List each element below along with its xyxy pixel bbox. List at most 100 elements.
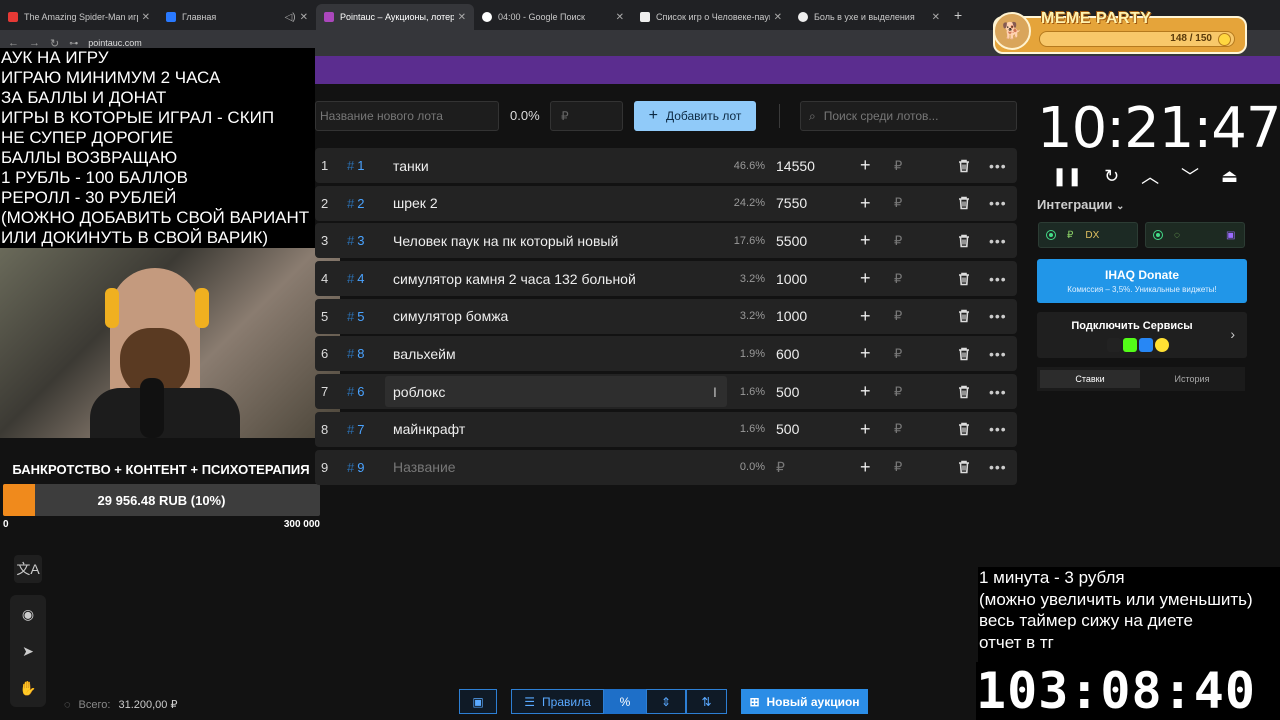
lot-fast-id[interactable]: #2 bbox=[347, 196, 364, 211]
new-lot-price-input[interactable]: ₽ bbox=[550, 101, 623, 131]
ihaq-donate-button[interactable]: IHAQ Donate Комиссия – 3,5%. Уникальные … bbox=[1037, 259, 1247, 303]
lot-amount[interactable]: 500 bbox=[776, 384, 799, 400]
more-options-icon[interactable]: ••• bbox=[989, 346, 1007, 362]
lot-name-input[interactable]: вальхейм bbox=[385, 338, 727, 369]
add-amount-icon[interactable]: + bbox=[860, 457, 871, 478]
chevron-down-icon[interactable]: ﹀ bbox=[1181, 163, 1199, 189]
lot-name-input[interactable]: симулятор камня 2 часа 132 больной bbox=[385, 263, 727, 294]
save-button[interactable]: ▣ bbox=[459, 689, 497, 714]
lot-amount[interactable]: ₽ bbox=[776, 459, 785, 476]
close-icon[interactable]: ✕ bbox=[616, 12, 624, 23]
double-chevron-up-icon[interactable]: ⏏ bbox=[1221, 166, 1238, 187]
more-options-icon[interactable]: ••• bbox=[989, 308, 1007, 324]
ruble-input[interactable]: ₽ bbox=[894, 271, 902, 287]
ruble-input[interactable]: ₽ bbox=[894, 308, 902, 324]
lot-name-input[interactable]: симулятор бомжа bbox=[385, 301, 727, 332]
site-info-icon[interactable]: ⊶ bbox=[69, 38, 78, 49]
close-icon[interactable]: ✕ bbox=[142, 12, 150, 23]
lot-amount[interactable]: 5500 bbox=[776, 233, 807, 249]
add-amount-icon[interactable]: + bbox=[860, 230, 871, 251]
percent-toggle-button[interactable]: % bbox=[604, 689, 646, 714]
trash-icon[interactable] bbox=[957, 422, 971, 436]
lot-fast-id[interactable]: #3 bbox=[347, 233, 364, 248]
lot-name-input[interactable]: танки bbox=[385, 150, 727, 181]
browser-tab[interactable]: Боль в ухе и выделения ✕ bbox=[790, 4, 948, 30]
translate-icon[interactable]: 文A bbox=[14, 555, 42, 583]
add-amount-icon[interactable]: + bbox=[860, 419, 871, 440]
add-amount-icon[interactable]: + bbox=[860, 306, 871, 327]
add-amount-icon[interactable]: + bbox=[860, 193, 871, 214]
integration-points[interactable]: ₽ DX bbox=[1038, 222, 1138, 248]
add-amount-icon[interactable]: + bbox=[860, 155, 871, 176]
lot-amount[interactable]: 14550 bbox=[776, 158, 815, 174]
lot-amount[interactable]: 500 bbox=[776, 421, 799, 437]
integrations-toggle[interactable]: Интеграции ⌄ bbox=[1037, 197, 1124, 212]
telegram-icon[interactable]: ➤ bbox=[14, 637, 42, 665]
add-lot-button[interactable]: + Добавить лот bbox=[634, 101, 756, 131]
more-options-icon[interactable]: ••• bbox=[989, 233, 1007, 249]
trash-icon[interactable] bbox=[957, 309, 971, 323]
connect-services-button[interactable]: Подключить Сервисы › bbox=[1037, 312, 1247, 358]
trash-icon[interactable] bbox=[957, 385, 971, 399]
ruble-input[interactable]: ₽ bbox=[894, 421, 902, 437]
more-options-icon[interactable]: ••• bbox=[989, 459, 1007, 475]
lot-name-input[interactable]: Название bbox=[385, 452, 727, 483]
lot-amount[interactable]: 7550 bbox=[776, 195, 807, 211]
mute-icon[interactable]: ◁) bbox=[285, 12, 296, 23]
lot-fast-id[interactable]: #6 bbox=[347, 384, 364, 399]
trash-icon[interactable] bbox=[957, 460, 971, 474]
eye-off-icon[interactable]: ◌ bbox=[64, 699, 71, 711]
integration-twitch[interactable]: ◌ ▣ bbox=[1145, 222, 1245, 248]
ruble-input[interactable]: ₽ bbox=[894, 233, 902, 249]
add-amount-icon[interactable]: + bbox=[860, 343, 871, 364]
browser-tab[interactable]: Главная ◁) ✕ bbox=[158, 4, 316, 30]
lot-fast-id[interactable]: #9 bbox=[347, 460, 364, 475]
ruble-input[interactable]: ₽ bbox=[894, 195, 902, 211]
trash-icon[interactable] bbox=[957, 272, 971, 286]
github-icon[interactable]: ◉ bbox=[14, 600, 42, 628]
ruble-input[interactable]: ₽ bbox=[894, 158, 902, 174]
ruble-input[interactable]: ₽ bbox=[894, 346, 902, 362]
lot-fast-id[interactable]: #7 bbox=[347, 422, 364, 437]
lot-name-input[interactable]: майнкрафт bbox=[385, 414, 727, 445]
reset-icon[interactable]: ↻ bbox=[1104, 166, 1119, 187]
pause-icon[interactable]: ❚❚ bbox=[1052, 166, 1082, 187]
ruble-input[interactable]: ₽ bbox=[894, 384, 902, 400]
browser-tab[interactable]: The Amazing Spider-Man игра ✕ bbox=[0, 4, 158, 30]
more-options-icon[interactable]: ••• bbox=[989, 158, 1007, 174]
add-amount-icon[interactable]: + bbox=[860, 268, 871, 289]
lot-amount[interactable]: 1000 bbox=[776, 271, 807, 287]
lot-amount[interactable]: 1000 bbox=[776, 308, 807, 324]
trash-icon[interactable] bbox=[957, 196, 971, 210]
lot-fast-id[interactable]: #5 bbox=[347, 309, 364, 324]
trash-icon[interactable] bbox=[957, 159, 971, 173]
lot-name-input[interactable]: Человек паук на пк который новый bbox=[385, 225, 727, 256]
ruble-input[interactable]: ₽ bbox=[894, 459, 902, 475]
new-tab-button[interactable]: + bbox=[954, 7, 962, 23]
close-icon[interactable]: ✕ bbox=[300, 12, 308, 23]
sort-button[interactable]: ⇅ bbox=[686, 689, 727, 714]
trash-icon[interactable] bbox=[957, 347, 971, 361]
new-lot-name-input[interactable]: Название нового лота bbox=[315, 101, 499, 131]
lot-amount[interactable]: 600 bbox=[776, 346, 799, 362]
close-icon[interactable]: ✕ bbox=[774, 12, 782, 23]
compact-view-button[interactable]: ⇕ bbox=[646, 689, 686, 714]
lot-fast-id[interactable]: #1 bbox=[347, 158, 364, 173]
rules-button[interactable]: ☰ Правила bbox=[511, 689, 604, 714]
lot-fast-id[interactable]: #4 bbox=[347, 271, 364, 286]
donate-hand-icon[interactable]: ✋ bbox=[14, 674, 42, 702]
new-auction-button[interactable]: ⊞ Новый аукцион bbox=[741, 689, 868, 714]
url-text[interactable]: pointauc.com bbox=[88, 38, 142, 48]
chevron-up-icon[interactable]: ︿ bbox=[1141, 163, 1159, 189]
close-icon[interactable]: ✕ bbox=[932, 12, 940, 23]
more-options-icon[interactable]: ••• bbox=[989, 195, 1007, 211]
more-options-icon[interactable]: ••• bbox=[989, 421, 1007, 437]
close-icon[interactable]: ✕ bbox=[458, 12, 466, 23]
tab-bids[interactable]: Ставки bbox=[1040, 370, 1140, 388]
browser-tab[interactable]: 04:00 - Google Поиск ✕ bbox=[474, 4, 632, 30]
lot-name-input[interactable]: роблокс bbox=[385, 376, 727, 408]
lot-fast-id[interactable]: #8 bbox=[347, 346, 364, 361]
more-options-icon[interactable]: ••• bbox=[989, 384, 1007, 400]
lot-name-input[interactable]: шрек 2 bbox=[385, 188, 727, 219]
add-amount-icon[interactable]: + bbox=[860, 381, 871, 402]
